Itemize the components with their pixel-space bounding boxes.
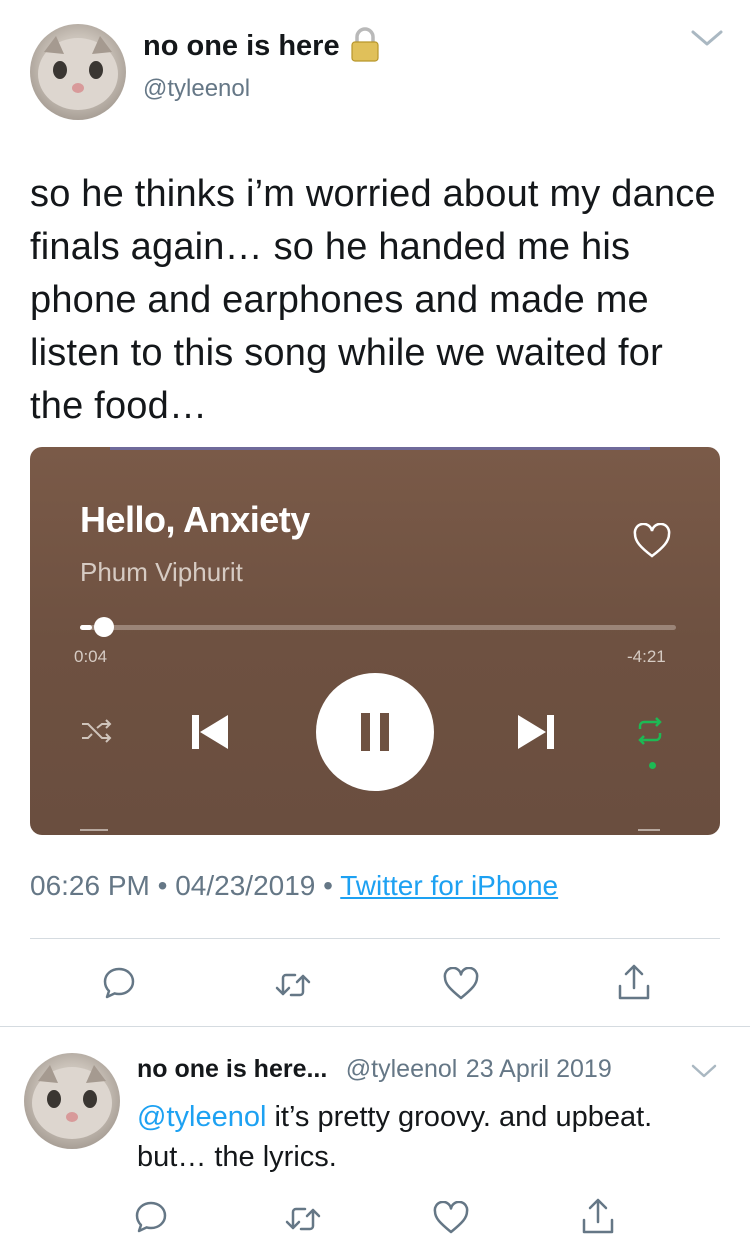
elapsed-time: 0:04 (74, 647, 108, 666)
reply-header: no one is here... @tyleenol 23 April 201… (137, 1055, 612, 1084)
tweet-time: 06:26 PM (30, 870, 150, 901)
artist-name: Phum Viphurit (80, 557, 243, 587)
queue-icon-partial (638, 829, 660, 835)
reply-retweet-icon[interactable] (283, 1204, 323, 1234)
meta-separator-2: • (323, 870, 333, 901)
device-icon-partial (80, 829, 108, 835)
author-avatar[interactable] (30, 24, 126, 120)
tweet-date: 04/23/2019 (175, 870, 316, 901)
reply-reply-icon[interactable] (134, 1200, 168, 1234)
author-handle[interactable]: @tyleenol (143, 75, 250, 103)
repeat-active-dot (649, 762, 656, 769)
meta-separator-1: • (157, 870, 168, 901)
reply-mention-link[interactable]: @tyleenol (137, 1101, 266, 1133)
reply-author-avatar[interactable] (24, 1053, 120, 1149)
retweet-icon[interactable] (273, 970, 313, 1000)
reply-text: @tyleenol it’s pretty groovy. and upbeat… (137, 1097, 697, 1177)
reply-share-icon[interactable] (580, 1196, 616, 1236)
next-track-icon (514, 711, 560, 753)
song-title: Hello, Anxiety (80, 499, 310, 540)
reply-author-handle[interactable]: @tyleenol (346, 1055, 458, 1083)
remaining-time: -4:21 (627, 647, 666, 666)
heart-icon (632, 522, 672, 559)
reply-chevron-down-icon[interactable] (690, 1062, 718, 1080)
lock-icon (348, 27, 382, 63)
progress-track (80, 625, 676, 630)
reply-date: 23 April 2019 (465, 1055, 612, 1083)
tweet-meta: 06:26 PM • 04/23/2019 • Twitter for iPho… (30, 870, 558, 902)
divider-2 (0, 1026, 750, 1027)
reply-author-name[interactable]: no one is here... (137, 1055, 327, 1083)
player-top-strip (110, 447, 650, 450)
tweet-text: so he thinks i’m worried about my dance … (30, 173, 716, 427)
pause-button (316, 673, 434, 791)
author-name[interactable]: no one is here (143, 30, 340, 63)
progress-fill (80, 625, 92, 630)
reply-icon[interactable] (102, 966, 136, 1000)
spotify-player-image[interactable]: Hello, Anxiety Phum Viphurit 0:04 -4:21 (30, 447, 720, 835)
pause-icon (356, 711, 394, 753)
like-icon[interactable] (442, 967, 480, 1001)
divider-1 (30, 938, 720, 939)
chevron-down-icon[interactable] (690, 28, 724, 48)
reply-like-icon[interactable] (432, 1201, 470, 1235)
shuffle-icon (80, 719, 114, 743)
previous-track-icon (186, 711, 232, 753)
share-icon[interactable] (616, 962, 652, 1002)
repeat-icon (634, 717, 666, 745)
tweet-source-link[interactable]: Twitter for iPhone (340, 870, 558, 901)
progress-knob (93, 617, 114, 637)
